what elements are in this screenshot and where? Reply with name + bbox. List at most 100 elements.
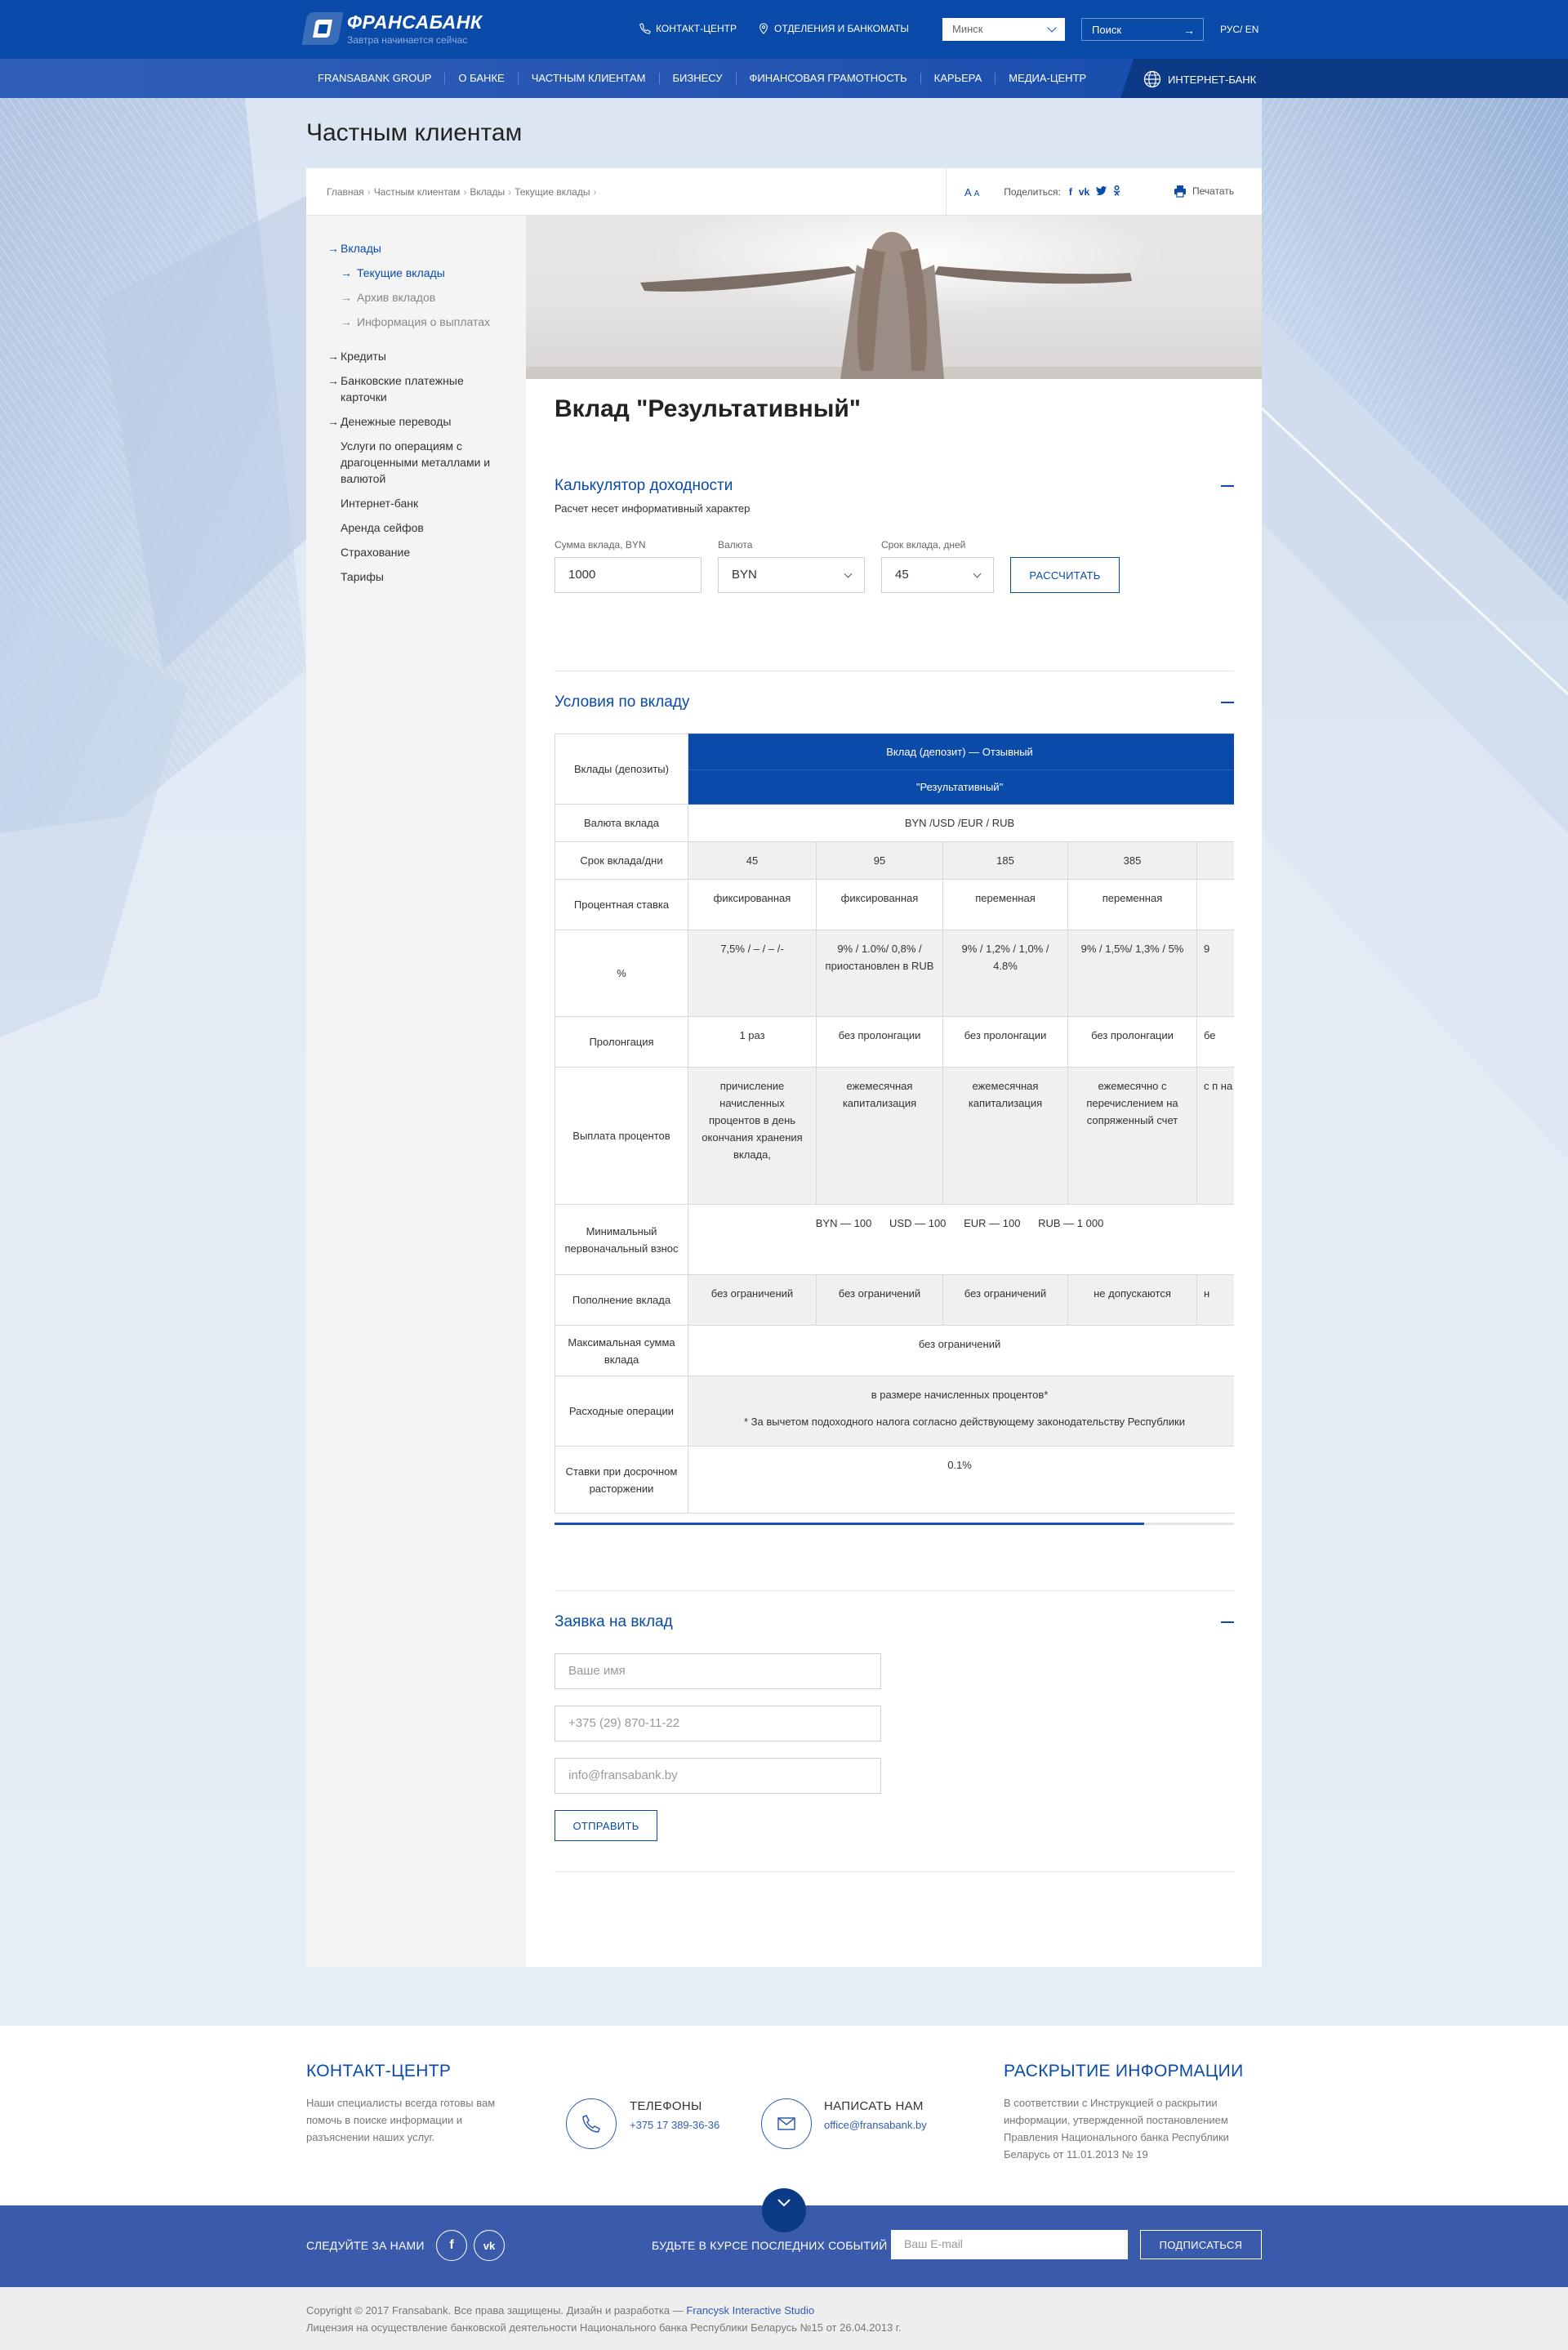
table-row: % 7,5% / – / – /- 9% / 1.0%/ 0,8% / прио…	[555, 930, 1234, 1017]
vk-icon[interactable]: vk	[474, 2230, 505, 2261]
table-row: Процентная ставка фиксированная фиксиров…	[555, 879, 1234, 930]
sidebar-item-tariffs[interactable]: Тарифы	[341, 569, 512, 585]
currency-select[interactable]: BYN	[718, 557, 865, 593]
email-placeholder: info@fransabank.by	[568, 1768, 678, 1782]
contact-center-link[interactable]: КОНТАКТ-ЦЕНТР	[639, 23, 737, 34]
sidebar-item-safes[interactable]: Аренда сейфов	[341, 519, 512, 536]
term-select[interactable]: 45	[881, 557, 994, 593]
odnoklassniki-share-icon[interactable]	[1113, 185, 1120, 198]
collapse-icon[interactable]	[1221, 485, 1234, 487]
breadcrumb: Главная › Частным клиентам › Вклады › Текущ…	[327, 186, 596, 198]
breadcrumb-home[interactable]: Главная	[327, 186, 364, 198]
scroll-up-button[interactable]	[762, 2188, 806, 2232]
amount-field[interactable]: 1000	[555, 557, 702, 593]
sidebar-item-payout-info[interactable]: → Информация о выплатах	[341, 314, 512, 330]
sidebar-item-deposit-archive[interactable]: → Архив вкладов	[341, 289, 512, 305]
branches-link[interactable]: ОТДЕЛЕНИЯ И БАНКОМАТЫ	[758, 23, 909, 34]
sidebar-menu: → Вклады → Текущие вклады → Архив вкладо…	[327, 240, 512, 593]
calculator-header[interactable]: Калькулятор доходности	[555, 477, 1234, 495]
arrow-right-icon: →	[341, 266, 352, 279]
nav-item-career[interactable]: КАРЬЕРА	[921, 73, 996, 84]
license-text: Лицензия на осуществление банковской дея…	[306, 2321, 902, 2334]
nav-item-media[interactable]: МЕДИА-ЦЕНТР	[996, 73, 1099, 84]
share-label: Поделиться:	[1004, 186, 1061, 198]
search-placeholder: Поиск	[1092, 24, 1122, 36]
table-horizontal-scrollbar[interactable]	[555, 1523, 1234, 1525]
print-label: Печатать	[1192, 185, 1235, 197]
collapse-icon[interactable]	[1221, 702, 1234, 703]
amount-label: Сумма вклада, BYN	[555, 539, 646, 551]
breadcrumb-deposits[interactable]: Вклады	[470, 186, 505, 198]
table-row: Максимальная сумма вклада без ограничени…	[555, 1325, 1234, 1376]
print-button[interactable]: Печатать	[1174, 185, 1234, 198]
phone-link[interactable]: +375 17 389-36-36	[630, 2119, 719, 2131]
row-header: Выплата процентов	[555, 1067, 688, 1205]
search-input[interactable]: Поиск →	[1081, 18, 1204, 41]
scrollbar-thumb[interactable]	[555, 1523, 1144, 1525]
phone-circle-icon	[566, 2098, 617, 2149]
row-header: Ставки при досрочном расторжении	[555, 1446, 688, 1514]
nav-item-about[interactable]: О БАНКЕ	[445, 73, 519, 84]
chevron-down-icon	[777, 2199, 791, 2207]
phone-icon	[639, 23, 651, 34]
nav-item-private[interactable]: ЧАСТНЫМ КЛИЕНТАМ	[519, 73, 660, 84]
email-field[interactable]: info@fransabank.by	[555, 1758, 881, 1794]
table-cell: не допускаются	[1067, 1274, 1197, 1326]
logo-name: ФРАНСАБАНК	[347, 11, 483, 33]
internet-bank-link[interactable]: ИНТЕРНЕТ-БАНК	[1143, 70, 1256, 88]
table-cell: BYN — 100 USD — 100 EUR — 100 RUB — 1 00…	[687, 1204, 1234, 1275]
city-select[interactable]: Минск	[942, 18, 1065, 41]
chevron-down-icon	[844, 569, 853, 578]
table-cell: без ограничений	[687, 1325, 1234, 1376]
arrow-right-icon: →	[1183, 24, 1195, 37]
nav-item-literacy[interactable]: ФИНАНСОВАЯ ГРАМОТНОСТЬ	[737, 73, 921, 84]
language-switch[interactable]: РУС/ EN	[1220, 24, 1258, 35]
studio-link[interactable]: Francysk Interactive Studio	[686, 2304, 814, 2317]
table-cell: 185	[942, 841, 1068, 880]
submit-button[interactable]: ОТПРАВИТЬ	[555, 1810, 657, 1841]
breadcrumb-private[interactable]: Частным клиентам	[374, 186, 461, 198]
sidebar-item-current-deposits[interactable]: → Текущие вклады	[341, 265, 512, 281]
nav-item-business[interactable]: БИЗНЕСУ	[660, 73, 737, 84]
sidebar-item-credits[interactable]: → Кредиты	[327, 348, 512, 364]
table-cell: 95	[816, 841, 943, 880]
subscribe-button[interactable]: ПОДПИСАТЬСЯ	[1140, 2230, 1262, 2259]
sidebar-item-insurance[interactable]: Страхование	[341, 544, 512, 560]
chevron-down-icon	[973, 569, 982, 578]
collapse-icon[interactable]	[1221, 1621, 1234, 1623]
application-header[interactable]: Заявка на вклад	[555, 1613, 1234, 1631]
disclosure-title[interactable]: РАСКРЫТИЕ ИНФОРМАЦИИ	[1004, 2062, 1243, 2081]
printer-icon	[1174, 185, 1186, 198]
contact-center-label: КОНТАКТ-ЦЕНТР	[656, 23, 737, 34]
table-cell: ежемесячная капитализация	[816, 1067, 943, 1205]
twitter-share-icon[interactable]	[1096, 186, 1107, 198]
row-header: %	[555, 930, 688, 1017]
globe-icon	[1143, 70, 1161, 88]
sidebar-item-transfers[interactable]: → Денежные переводы	[327, 413, 512, 430]
subscribe-email-input[interactable]: Ваш E-mail	[891, 2230, 1128, 2259]
page-tools: A A Поделиться: f vk	[946, 168, 1124, 216]
terms-table-scroll[interactable]: Вклады (депозиты) Вклад (депозит) — Отзы…	[555, 734, 1234, 1514]
sidebar-item-metals[interactable]: Услуги по операциям с драгоценными метал…	[341, 438, 512, 487]
sidebar-item-cards[interactable]: → Банковские платежные карточки	[327, 372, 512, 405]
breadcrumb-current[interactable]: Текущие вклады	[514, 186, 590, 198]
vk-share-icon[interactable]: vk	[1079, 186, 1089, 198]
name-field[interactable]: Ваше имя	[555, 1653, 881, 1689]
phone-field[interactable]: +375 (29) 870-11-22	[555, 1706, 881, 1741]
divider	[555, 1590, 1234, 1591]
calculate-button[interactable]: РАССЧИТАТЬ	[1010, 557, 1120, 593]
facebook-icon[interactable]: f	[436, 2230, 467, 2261]
terms-header[interactable]: Условия по вкладу	[555, 693, 1234, 711]
facebook-share-icon[interactable]: f	[1069, 186, 1072, 198]
table-row: Вклады (депозиты) Вклад (депозит) — Отзы…	[555, 734, 1234, 805]
logo[interactable]: ФРАНСАБАНК Завтра начинается сейчас	[301, 11, 483, 46]
sidebar-item-label: Кредиты	[341, 350, 386, 363]
woman-open-arms-photo	[526, 216, 1262, 379]
font-size-toggle[interactable]: A A	[964, 186, 979, 198]
sidebar-item-deposits[interactable]: → Вклады	[327, 240, 512, 256]
nav-item-group[interactable]: FRANSABANK GROUP	[305, 73, 446, 84]
email-link[interactable]: office@fransabank.by	[824, 2119, 927, 2131]
expense-value: в размере начисленных процентов*	[871, 1389, 1049, 1401]
sidebar-item-internet-bank[interactable]: Интернет-банк	[341, 495, 512, 511]
table-row: Пополнение вклада без ограничений без ог…	[555, 1274, 1234, 1326]
